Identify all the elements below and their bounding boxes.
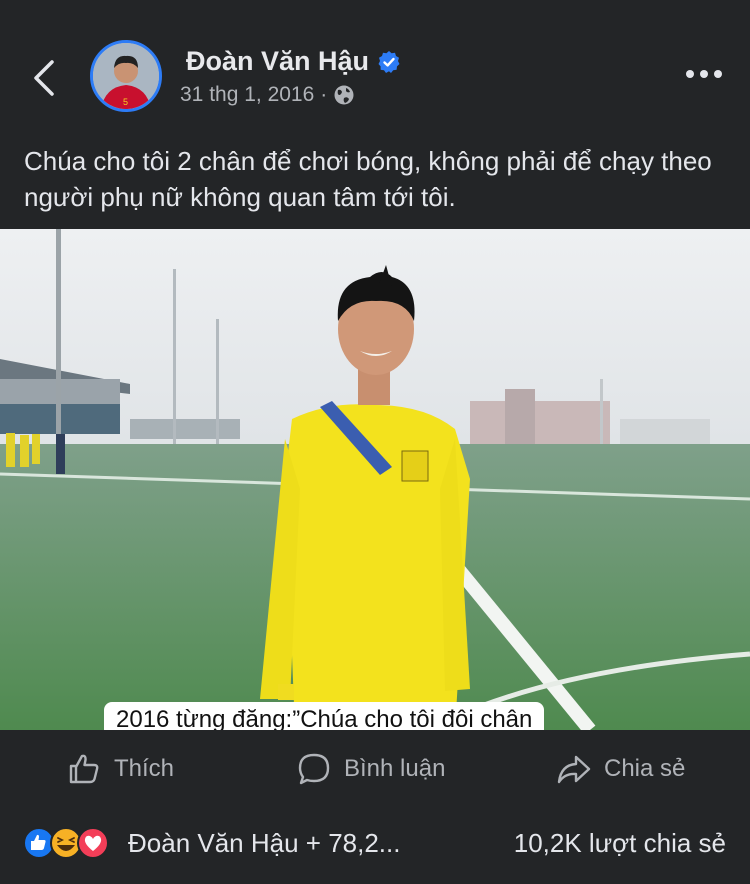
thumbs-up-icon xyxy=(69,754,99,784)
globe-icon xyxy=(334,85,354,105)
comment-button[interactable]: Bình luận xyxy=(296,751,445,787)
like-button[interactable]: Thích xyxy=(66,751,174,787)
more-options-icon[interactable] xyxy=(686,70,722,78)
meta-separator: · xyxy=(320,83,328,106)
post-caption: Chúa cho tôi 2 chân để chơi bóng, không … xyxy=(24,146,712,212)
reaction-icons[interactable] xyxy=(22,826,118,860)
author-row: Đoàn Văn Hậu xyxy=(186,46,401,77)
post-meta: 31 thg 1, 2016 · xyxy=(180,83,355,107)
post-footer: Đoàn Văn Hậu + 78,2... 10,2K lượt chia s… xyxy=(0,808,750,878)
reactions-count[interactable]: Đoàn Văn Hậu + 78,2... xyxy=(128,828,400,859)
comment-label: Bình luận xyxy=(344,755,446,782)
avatar[interactable]: 5 xyxy=(90,40,162,112)
author-name[interactable]: Đoàn Văn Hậu xyxy=(186,46,369,77)
share-arrow-icon xyxy=(557,755,591,784)
shares-count[interactable]: 10,2K lượt chia sẻ xyxy=(514,828,726,859)
post-date[interactable]: 31 thg 1, 2016 xyxy=(180,83,314,107)
like-label: Thích xyxy=(114,755,175,782)
haha-reaction-icon xyxy=(50,827,82,859)
back-arrow-icon[interactable] xyxy=(28,58,62,98)
share-button[interactable]: Chia sẻ xyxy=(556,751,685,787)
post-actions: Thích Bình luận Chia sẻ xyxy=(0,731,750,805)
share-label: Chia sẻ xyxy=(604,755,686,782)
verified-badge-icon xyxy=(378,50,400,73)
like-reaction-icon xyxy=(23,827,55,859)
comment-bubble-icon xyxy=(298,753,330,785)
photo-overlay-text: 2016 từng đăng:”Chúa cho tôi đôi chân để… xyxy=(104,702,545,730)
post-header: 5 Đoàn Văn Hậu 31 thg 1, 2016 · xyxy=(0,0,750,130)
love-reaction-icon xyxy=(77,827,109,859)
post-photo[interactable]: 2016 từng đăng:”Chúa cho tôi đôi chân để… xyxy=(0,229,750,730)
svg-text:5: 5 xyxy=(123,97,128,107)
